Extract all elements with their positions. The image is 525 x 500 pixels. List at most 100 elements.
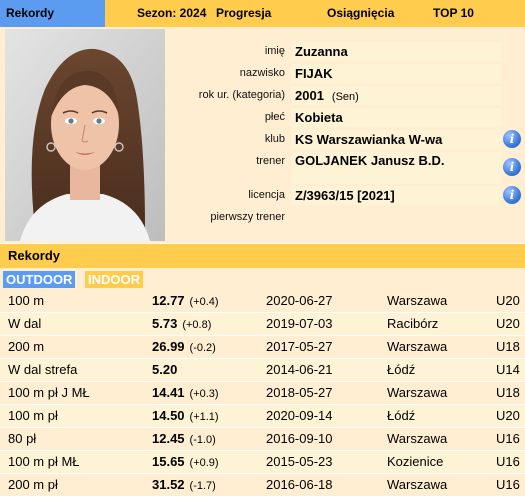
field-label: klub <box>264 133 285 145</box>
category: U20 <box>496 316 520 331</box>
field-label: licencja <box>248 189 285 201</box>
info-icon[interactable]: i <box>503 186 521 204</box>
wind: (-1.7) <box>189 480 216 492</box>
field-imie: imię Zuzanna <box>170 40 525 62</box>
result: 15.65 (+0.9) <box>152 454 219 469</box>
field-value: Zuzanna <box>291 42 501 61</box>
event-name: W dal <box>8 316 42 331</box>
field-licencja: licencja Z/3963/15 [2021] i <box>170 184 525 206</box>
category: U16 <box>496 454 520 469</box>
field-value: Z/3963/15 [2021] <box>291 186 501 205</box>
tab-indoor[interactable]: INDOOR <box>85 271 143 288</box>
category: U16 <box>496 431 520 446</box>
date: 2014-06-21 <box>266 362 333 377</box>
event-name: 100 m <box>8 293 45 308</box>
table-row: 200 m pł 31.52 (-1.7) 2016-06-18 Warszawa U16 <box>0 474 525 497</box>
tab-osiagniecia[interactable]: Osiągnięcia <box>315 0 415 27</box>
result-value: 15.65 <box>152 454 185 469</box>
result-value: 14.50 <box>152 408 185 423</box>
table-row: 100 m pł MŁ 15.65 (+0.9) 2015-05-23 Kozienic… <box>0 451 525 474</box>
table-row: W dal strefa 5.20 2014-06-21 Łódź U14 <box>0 359 525 382</box>
category: U18 <box>496 339 520 354</box>
records-table: 100 m 12.77 (+0.4) 2020-06-27 Warszawa U20 W d… <box>0 290 525 497</box>
info-icon[interactable]: i <box>503 158 521 176</box>
result-value: 5.20 <box>152 362 178 377</box>
result-value: 12.77 <box>152 293 185 308</box>
date: 2016-06-18 <box>266 477 333 492</box>
table-row: 80 pł 12.45 (-1.0) 2016-09-10 Warszawa U16 <box>0 428 525 451</box>
event-name: W dal strefa <box>8 362 78 377</box>
event-name: 200 m pł <box>8 477 58 492</box>
event-name: 200 m <box>8 339 45 354</box>
result: 14.50 (+1.1) <box>152 408 219 423</box>
category: U16 <box>496 477 520 492</box>
tab-top10[interactable]: TOP 10 <box>415 0 525 27</box>
field-label: pierwszy trener <box>210 211 285 223</box>
tab-rekordy[interactable]: Rekordy <box>0 0 105 27</box>
athlete-profile: imię Zuzanna nazwisko FIJAK rok ur. (kat… <box>0 27 525 243</box>
field-trener: trener GOLJANEK Janusz B.D. i <box>170 150 525 184</box>
event-name: 100 m pł <box>8 408 58 423</box>
result: 14.41 (+0.3) <box>152 385 219 400</box>
profile-fields: imię Zuzanna nazwisko FIJAK rok ur. (kat… <box>170 40 525 228</box>
wind: (+0.8) <box>182 319 212 331</box>
event-name: 80 pł <box>8 431 37 446</box>
place: Łódź <box>387 408 416 423</box>
wind: (-1.0) <box>189 434 216 446</box>
field-label: trener <box>256 155 285 167</box>
category: U20 <box>496 293 520 308</box>
date: 2018-05-27 <box>266 385 333 400</box>
field-nazwisko: nazwisko FIJAK <box>170 62 525 84</box>
result: 31.52 (-1.7) <box>152 477 216 492</box>
tab-progresja[interactable]: Progresja <box>210 0 315 27</box>
result: 12.45 (-1.0) <box>152 431 216 446</box>
field-value: 2001 (Sen) <box>291 86 501 105</box>
result: 5.73 (+0.8) <box>152 316 211 331</box>
result-value: 26.99 <box>152 339 185 354</box>
date: 2016-09-10 <box>266 431 333 446</box>
place: Racibórz <box>387 316 439 331</box>
top-tab-bar: Rekordy Sezon: 2024 Progresja Osiągnięci… <box>0 0 525 27</box>
place: Warszawa <box>387 477 448 492</box>
category: U20 <box>496 408 520 423</box>
table-row: 100 m pł J MŁ 14.41 (+0.3) 2018-05-27 Warsza… <box>0 382 525 405</box>
field-label: imię <box>264 45 285 57</box>
place: Łódź <box>387 362 416 377</box>
place: Kozienice <box>387 454 444 469</box>
event-name: 100 m pł MŁ <box>8 454 80 469</box>
result-value: 14.41 <box>152 385 185 400</box>
date: 2020-06-27 <box>266 293 333 308</box>
info-icon[interactable]: i <box>503 130 521 148</box>
result-value: 31.52 <box>152 477 185 492</box>
records-header: Rekordy <box>0 244 525 268</box>
field-plec: płeć Kobieta <box>170 106 525 128</box>
category: U18 <box>496 385 520 400</box>
wind: (+0.4) <box>189 296 219 308</box>
place: Warszawa <box>387 293 448 308</box>
result: 5.20 <box>152 362 182 377</box>
tab-outdoor[interactable]: OUTDOOR <box>3 271 76 288</box>
athlete-photo <box>5 29 165 241</box>
field-value: Kobieta <box>291 108 501 127</box>
table-row: 200 m 26.99 (-0.2) 2017-05-27 Warszawa U18 <box>0 336 525 359</box>
field-label: nazwisko <box>239 67 285 79</box>
wind: (+0.3) <box>189 388 219 400</box>
result: 26.99 (-0.2) <box>152 339 216 354</box>
tab-sezon[interactable]: Sezon: 2024 <box>105 0 210 27</box>
records-subtabs: OUTDOOR INDOOR <box>0 268 525 290</box>
date: 2020-09-14 <box>266 408 333 423</box>
field-value: FIJAK <box>291 64 501 83</box>
date: 2015-05-23 <box>266 454 333 469</box>
table-row: W dal 5.73 (+0.8) 2019-07-03 Racibórz U20 <box>0 313 525 336</box>
field-label: płeć <box>264 111 285 123</box>
place: Warszawa <box>387 385 448 400</box>
wind: (-0.2) <box>189 342 216 354</box>
field-pierwszy-trener: pierwszy trener <box>170 206 525 228</box>
table-row: 100 m pł 14.50 (+1.1) 2020-09-14 Łódź U20 <box>0 405 525 428</box>
place: Warszawa <box>387 431 448 446</box>
field-klub: klub KS Warszawianka W-wa i <box>170 128 525 150</box>
field-rok-ur: rok ur. (kategoria) 2001 (Sen) <box>170 84 525 106</box>
place: Warszawa <box>387 339 448 354</box>
field-value: GOLJANEK Janusz B.D. <box>291 152 501 184</box>
date: 2017-05-27 <box>266 339 333 354</box>
